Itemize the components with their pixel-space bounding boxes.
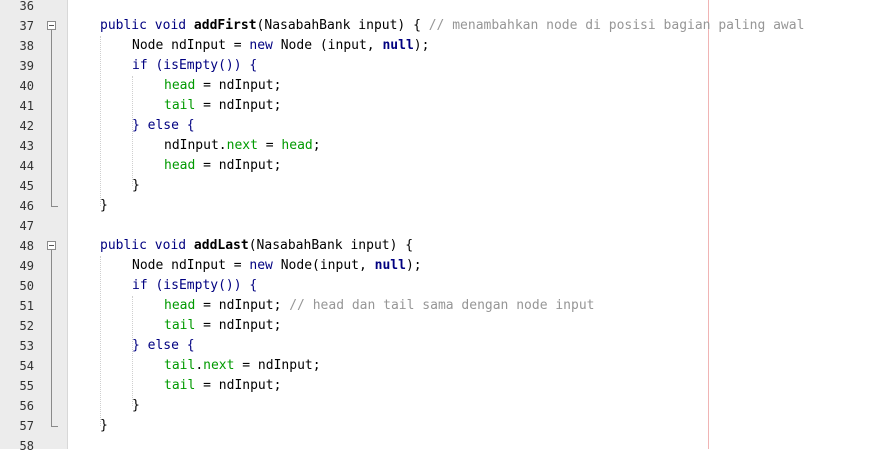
line-number: 53 [19, 339, 34, 353]
code-text: } [132, 178, 140, 193]
keyword: null [374, 258, 406, 273]
keyword: null [382, 38, 414, 53]
line-number: 41 [19, 99, 34, 113]
field-name: tail [164, 98, 196, 113]
line-number: 52 [19, 319, 34, 333]
field-name: head [281, 138, 313, 153]
line-number: 49 [19, 259, 34, 273]
code-line[interactable]: } [68, 416, 108, 436]
field-name: head [164, 78, 196, 93]
code-text: Node ndInput = [132, 258, 250, 273]
code-text: . [195, 358, 204, 373]
code-text: if (isEmpty()) { [132, 58, 258, 73]
line-number: 38 [19, 39, 34, 53]
code-text: Node ndInput = [132, 38, 250, 53]
line-number: 54 [19, 359, 34, 373]
line-number: 50 [19, 279, 34, 293]
line-number: 43 [19, 139, 34, 153]
line-number: 44 [19, 159, 34, 173]
line-number: 48 [19, 239, 34, 253]
keyword: new [249, 258, 273, 273]
code-text: } [132, 398, 140, 413]
field-name: tail [164, 318, 196, 333]
code-text: if (isEmpty()) { [132, 278, 258, 293]
code-line[interactable]: } [68, 196, 108, 216]
code-line[interactable]: tail = ndInput; [68, 96, 281, 116]
keyword: public void [100, 238, 194, 253]
code-text: = ndInput; [195, 158, 282, 173]
line-number: 40 [19, 79, 34, 93]
field-name: tail [164, 358, 196, 373]
code-line[interactable]: } else { [68, 336, 195, 356]
code-text: = ndInput; [234, 358, 321, 373]
code-line[interactable]: if (isEmpty()) { [68, 56, 257, 76]
code-line[interactable]: ndInput.next = head; [68, 136, 321, 156]
code-text: = ndInput; [195, 318, 282, 333]
line-number: 36 [19, 0, 34, 13]
code-line[interactable]: head = ndInput; // head dan tail sama de… [68, 296, 594, 316]
field-name: next [226, 138, 258, 153]
line-number: 57 [19, 419, 34, 433]
keyword: public void [100, 18, 194, 33]
code-text: = ndInput; [195, 378, 282, 393]
code-text: ); [413, 38, 430, 53]
code-text: Node (input, [272, 38, 383, 53]
code-text: = [257, 138, 282, 153]
line-number: 47 [19, 219, 34, 233]
keyword: new [249, 38, 273, 53]
code-text: = ndInput; [195, 298, 290, 313]
code-line[interactable]: head = ndInput; [68, 76, 281, 96]
field-name: head [164, 158, 196, 173]
code-line[interactable]: } [68, 176, 140, 196]
code-text: (NasabahBank input) { [248, 238, 414, 253]
code-line[interactable]: Node ndInput = new Node(input, null); [68, 256, 422, 276]
fold-line [51, 30, 52, 206]
fold-end-marker [51, 206, 58, 207]
code-text: ; [312, 138, 321, 153]
code-line[interactable]: tail.next = ndInput; [68, 356, 321, 376]
field-name: tail [164, 378, 196, 393]
code-text: ndInput. [164, 138, 227, 153]
code-comment: // menambahkan node di posisi bagian pal… [428, 18, 805, 33]
code-line[interactable]: if (isEmpty()) { [68, 276, 257, 296]
code-editor[interactable]: 36 37 38 39 40 41 42 43 44 45 46 47 48 4… [0, 0, 887, 453]
method-name: addFirst [193, 18, 257, 33]
line-number: 46 [19, 199, 34, 213]
line-number: 37 [19, 19, 34, 33]
code-line[interactable]: head = ndInput; [68, 156, 281, 176]
code-text: } [100, 198, 108, 213]
method-name: addLast [193, 238, 249, 253]
code-text: Node(input, [272, 258, 375, 273]
code-text: = ndInput; [195, 98, 282, 113]
code-text: ); [405, 258, 422, 273]
code-text: } else { [132, 338, 195, 353]
line-number: 39 [19, 59, 34, 73]
fold-line [51, 250, 52, 426]
code-text: } [100, 418, 108, 433]
fold-toggle-icon[interactable] [47, 21, 56, 30]
right-margin-line [708, 0, 709, 449]
line-number: 51 [19, 299, 34, 313]
line-number-gutter: 36 37 38 39 40 41 42 43 44 45 46 47 48 4… [0, 0, 68, 453]
code-comment: // head dan tail sama dengan node input [289, 298, 595, 313]
line-number: 42 [19, 119, 34, 133]
fold-end-marker [51, 426, 58, 427]
code-text: } else { [132, 118, 195, 133]
line-number: 45 [19, 179, 34, 193]
code-line[interactable]: Node ndInput = new Node (input, null); [68, 36, 429, 56]
fold-toggle-icon[interactable] [47, 241, 56, 250]
code-line[interactable]: public void addLast(NasabahBank input) { [68, 236, 413, 256]
code-text: (NasabahBank input) { [256, 18, 429, 33]
line-number: 58 [19, 439, 34, 453]
code-line[interactable]: tail = ndInput; [68, 316, 281, 336]
code-line[interactable]: public void addFirst(NasabahBank input) … [68, 16, 804, 36]
code-line[interactable]: } [68, 396, 140, 416]
code-text: = ndInput; [195, 78, 282, 93]
code-line[interactable]: } else { [68, 116, 195, 136]
field-name: head [164, 298, 196, 313]
field-name: next [203, 358, 235, 373]
line-number: 56 [19, 399, 34, 413]
line-number: 55 [19, 379, 34, 393]
code-line[interactable]: tail = ndInput; [68, 376, 281, 396]
